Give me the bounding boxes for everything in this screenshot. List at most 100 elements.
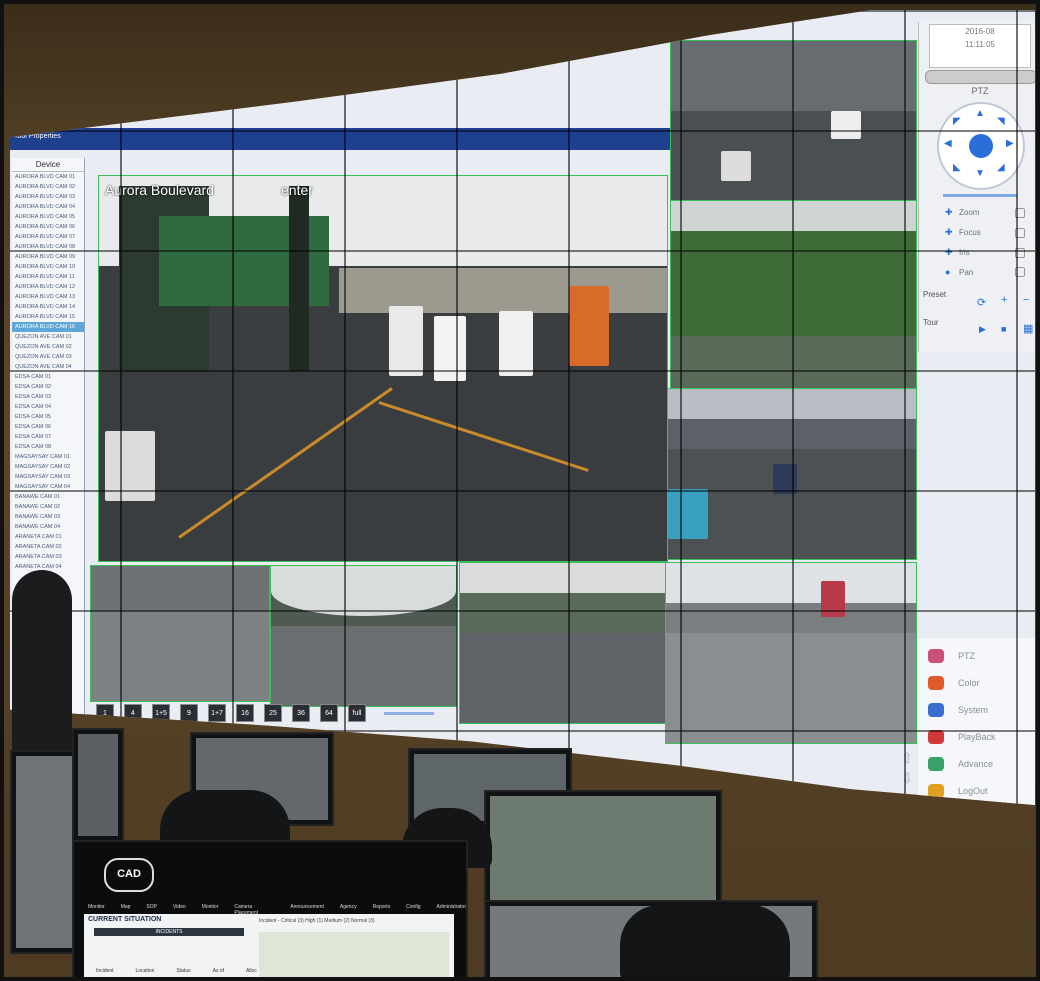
plus-icon[interactable]: ✚ — [945, 207, 955, 218]
plus-icon[interactable]: ✚ — [945, 247, 955, 258]
device-list-item[interactable]: AURORA BLVD CAM 06 — [12, 222, 84, 232]
device-list-item[interactable]: BANAWE CAM 02 — [12, 502, 84, 512]
feed-pole — [289, 186, 309, 386]
minus-icon[interactable] — [1015, 267, 1025, 277]
device-list-item[interactable]: AURORA BLVD CAM 15 — [12, 312, 84, 322]
stop-icon[interactable]: ■ — [1001, 324, 1006, 334]
layout-button-1[interactable]: 4 — [124, 704, 142, 722]
device-list-item[interactable]: AURORA BLVD CAM 16 — [12, 322, 84, 332]
layout-button-7[interactable]: 36 — [292, 704, 310, 722]
layout-button-4[interactable]: 1+7 — [208, 704, 226, 722]
camera-feed-bottom-2[interactable] — [270, 565, 457, 707]
arrow-down-icon[interactable]: ▼ — [975, 168, 985, 179]
layout-button-5[interactable]: 16 — [236, 704, 254, 722]
menu-item-color[interactable]: Color — [928, 673, 980, 693]
arrow-up-icon[interactable]: ▲ — [975, 108, 985, 119]
device-list-item[interactable]: AURORA BLVD CAM 12 — [12, 282, 84, 292]
device-list-item[interactable]: QUEZON AVE CAM 03 — [12, 352, 84, 362]
cad-column-header[interactable]: Incident — [96, 968, 114, 974]
layout-button-2[interactable]: 1+5 — [152, 704, 170, 722]
add-preset-icon[interactable]: + — [1001, 294, 1007, 306]
device-list-item[interactable]: BANAWE CAM 04 — [12, 522, 84, 532]
device-list-item[interactable]: MAGSAYSAY CAM 04 — [12, 482, 84, 492]
device-list-item[interactable]: MAGSAYSAY CAM 02 — [12, 462, 84, 472]
minus-icon[interactable] — [1015, 207, 1025, 218]
layout-button-0[interactable]: 1 — [96, 704, 114, 722]
remove-preset-icon[interactable]: − — [1023, 294, 1029, 306]
arrow-right-icon[interactable]: ▶ — [1006, 138, 1014, 149]
scroll-up-icon[interactable]: ⇧ — [896, 748, 918, 768]
play-icon[interactable]: ▶ — [979, 324, 986, 335]
cad-column-header[interactable]: Status — [176, 968, 190, 974]
device-list-item[interactable]: ARANETA CAM 02 — [12, 542, 84, 552]
device-list-item[interactable]: AURORA BLVD CAM 04 — [12, 202, 84, 212]
menu-item-playback[interactable]: PlayBack — [928, 727, 996, 747]
camera-feed-right-2[interactable] — [670, 200, 917, 397]
device-list-item[interactable]: BANAWE CAM 03 — [12, 512, 84, 522]
device-list-item[interactable]: AURORA BLVD CAM 13 — [12, 292, 84, 302]
device-list-item[interactable]: QUEZON AVE CAM 01 — [12, 332, 84, 342]
camera-feed-right-3[interactable] — [667, 388, 917, 560]
device-list-item[interactable]: EDSA CAM 01 — [12, 372, 84, 382]
camera-feed-bottom-1[interactable] — [90, 565, 270, 702]
dot-icon[interactable]: ● — [945, 267, 955, 277]
ptz-center-button[interactable] — [969, 134, 993, 158]
main-camera-feed[interactable]: Aurora Boulevard enter — [98, 175, 668, 562]
device-list-item[interactable]: QUEZON AVE CAM 02 — [12, 342, 84, 352]
ptz-top-slider[interactable] — [925, 70, 1035, 84]
device-list-item[interactable]: MAGSAYSAY CAM 01 — [12, 452, 84, 462]
menu-item-ptz[interactable]: PTZ — [928, 646, 975, 666]
device-list-item[interactable]: EDSA CAM 06 — [12, 422, 84, 432]
refresh-icon[interactable]: ⟳ — [977, 296, 986, 309]
cad-column-header[interactable]: Alloc — [246, 968, 257, 974]
menu-item-system[interactable]: System — [928, 700, 988, 720]
ptz-direction-pad[interactable]: ▲ ▼ ◀ ▶ ◤ ◥ ◣ ◢ — [937, 102, 1025, 190]
device-list-item[interactable]: AURORA BLVD CAM 07 — [12, 232, 84, 242]
camera-feed-right-4[interactable] — [665, 562, 917, 744]
ptz-speed-slider[interactable] — [943, 194, 1017, 197]
cad-map[interactable] — [259, 932, 449, 978]
device-list-item[interactable]: EDSA CAM 07 — [12, 432, 84, 442]
layout-button-6[interactable]: 25 — [264, 704, 282, 722]
device-list-item[interactable]: EDSA CAM 04 — [12, 402, 84, 412]
arrow-down-left-icon[interactable]: ◣ — [953, 162, 961, 173]
cad-column-header[interactable]: Location — [136, 968, 155, 974]
device-list-item[interactable]: MAGSAYSAY CAM 03 — [12, 472, 84, 482]
layout-button-9[interactable]: full — [348, 704, 366, 722]
device-list-item[interactable]: AURORA BLVD CAM 01 — [12, 172, 84, 182]
device-list-item[interactable]: EDSA CAM 08 — [12, 442, 84, 452]
arrow-up-left-icon[interactable]: ◤ — [953, 116, 961, 127]
tool-tab-label[interactable]: Tool Properties — [14, 133, 61, 140]
device-list-item[interactable]: AURORA BLVD CAM 03 — [12, 192, 84, 202]
device-list-item[interactable]: ARANETA CAM 01 — [12, 532, 84, 542]
minus-icon[interactable] — [1015, 247, 1025, 258]
device-list-item[interactable]: AURORA BLVD CAM 08 — [12, 242, 84, 252]
device-list-item[interactable]: AURORA BLVD CAM 14 — [12, 302, 84, 312]
arrow-up-right-icon[interactable]: ◥ — [997, 116, 1005, 127]
layout-button-3[interactable]: 9 — [180, 704, 198, 722]
scroll-down-icon[interactable]: ⇩ — [896, 768, 918, 788]
menu-item-logout[interactable]: LogOut — [928, 781, 988, 801]
device-list-item[interactable]: AURORA BLVD CAM 05 — [12, 212, 84, 222]
device-list-item[interactable]: EDSA CAM 03 — [12, 392, 84, 402]
menu-item-advance[interactable]: Advance — [928, 754, 993, 774]
arrow-down-right-icon[interactable]: ◢ — [997, 162, 1005, 173]
device-list-item[interactable]: EDSA CAM 02 — [12, 382, 84, 392]
volume-slider[interactable] — [384, 711, 434, 715]
device-list-item[interactable]: ARANETA CAM 03 — [12, 552, 84, 562]
scroll-arrows[interactable]: ⇧ ⇩ — [896, 748, 918, 792]
grid-icon[interactable]: ▦ — [1023, 322, 1033, 335]
device-list-item[interactable]: QUEZON AVE CAM 04 — [12, 362, 84, 372]
cad-column-header[interactable]: As of — [213, 968, 224, 974]
arrow-left-icon[interactable]: ◀ — [944, 138, 952, 149]
device-list-item[interactable]: AURORA BLVD CAM 09 — [12, 252, 84, 262]
device-list-item[interactable]: EDSA CAM 05 — [12, 412, 84, 422]
cad-incidents-bar[interactable]: INCIDENTS — [94, 928, 244, 936]
plus-icon[interactable]: ✚ — [945, 227, 955, 238]
layout-button-8[interactable]: 64 — [320, 704, 338, 722]
device-list-item[interactable]: BANAWE CAM 01 — [12, 492, 84, 502]
device-list-item[interactable]: AURORA BLVD CAM 11 — [12, 272, 84, 282]
minus-icon[interactable] — [1015, 227, 1025, 238]
device-list-item[interactable]: AURORA BLVD CAM 10 — [12, 262, 84, 272]
device-list-item[interactable]: AURORA BLVD CAM 02 — [12, 182, 84, 192]
